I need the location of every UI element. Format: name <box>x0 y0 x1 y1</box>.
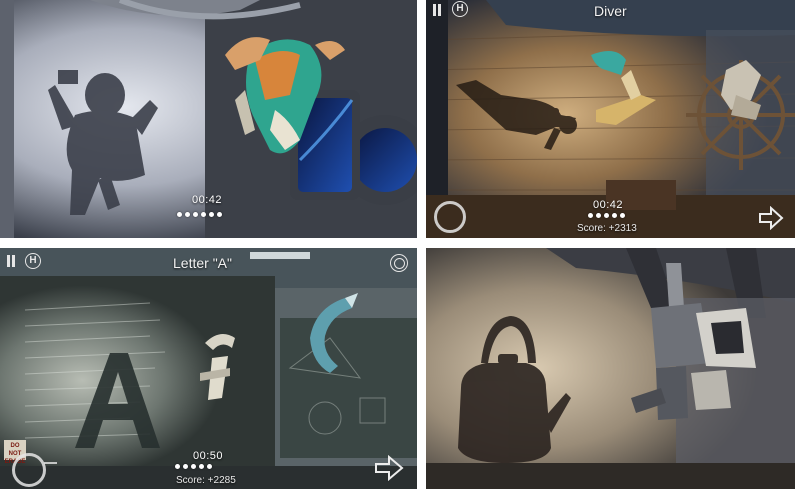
screen-teakettle <box>426 248 795 489</box>
progress-dots <box>588 213 625 218</box>
progress-dot <box>201 212 206 217</box>
timer: 00:42 <box>192 194 223 206</box>
progress-dot <box>588 213 593 218</box>
progress-dot <box>199 464 204 469</box>
screen-space-station: 00:42 <box>0 0 417 238</box>
score: Score: +2285 <box>176 475 236 486</box>
pause-icon[interactable] <box>432 4 442 16</box>
rotate-ring[interactable] <box>434 201 466 233</box>
progress-dot <box>209 212 214 217</box>
score: Score: +2313 <box>577 223 637 234</box>
hint-icon[interactable]: H <box>25 253 41 269</box>
level-title: Diver <box>594 3 627 19</box>
progress-dot <box>177 212 182 217</box>
progress-dots <box>177 212 222 217</box>
progress-dot <box>217 212 222 217</box>
level-title: Letter "A" <box>173 255 232 271</box>
progress-dot <box>604 213 609 218</box>
progress-dot <box>620 213 625 218</box>
screen-letter-a: DO NOT ERASE H Letter "A" 00:50 Score: +… <box>0 248 417 489</box>
rotate-slider-track[interactable] <box>44 462 57 464</box>
screen-diver: H Diver 00:42 Score: +2313 <box>426 0 795 238</box>
progress-dot <box>596 213 601 218</box>
settings-ring-icon[interactable] <box>390 254 408 272</box>
rotate-ring[interactable] <box>12 453 46 487</box>
next-arrow-icon[interactable] <box>374 455 404 481</box>
timer: 00:50 <box>193 450 224 462</box>
progress-dot <box>207 464 212 469</box>
progress-dots <box>175 464 212 469</box>
timer: 00:42 <box>593 199 624 211</box>
hint-icon[interactable]: H <box>452 1 468 17</box>
progress-dot <box>193 212 198 217</box>
pause-icon[interactable] <box>6 255 16 267</box>
progress-dot <box>183 464 188 469</box>
progress-dot <box>185 212 190 217</box>
progress-dot <box>175 464 180 469</box>
progress-dot <box>191 464 196 469</box>
next-arrow-icon[interactable] <box>758 206 784 230</box>
progress-dot <box>612 213 617 218</box>
attic-scene <box>426 248 795 489</box>
